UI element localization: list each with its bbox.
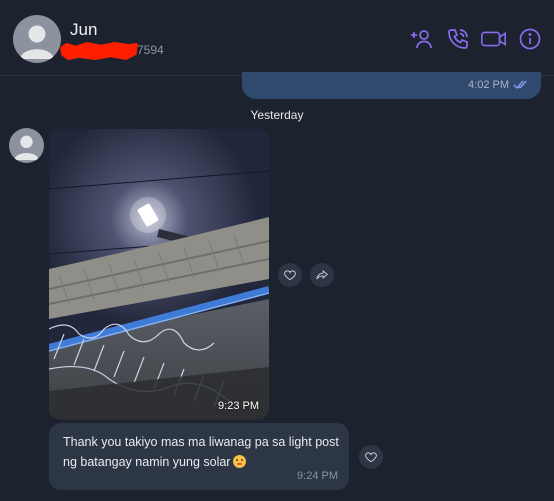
contact-phone: 7594 <box>60 40 170 62</box>
photo-message[interactable]: 9:23 PM <box>49 129 269 420</box>
info-button[interactable] <box>516 26 544 52</box>
react-heart-button[interactable] <box>278 263 302 287</box>
pleading-face-emoji <box>233 455 247 468</box>
contact-name[interactable]: Jun <box>70 20 97 40</box>
heart-icon <box>365 452 377 463</box>
add-contact-button[interactable] <box>408 26 436 52</box>
react-heart-button[interactable] <box>359 445 383 469</box>
info-icon <box>519 28 541 50</box>
forward-button[interactable] <box>310 263 334 287</box>
video-call-icon <box>481 31 506 47</box>
photo-image <box>49 129 269 420</box>
message-time: 9:23 PM <box>218 400 259 412</box>
outgoing-message[interactable]: 4:02 PM <box>242 72 541 99</box>
double-check-icon <box>513 80 527 90</box>
contact-avatar[interactable] <box>13 15 61 63</box>
voice-call-button[interactable] <box>444 26 472 52</box>
sender-avatar[interactable] <box>9 128 44 163</box>
chat-header: Jun 7594 <box>0 0 554 76</box>
redaction-mark <box>60 42 138 60</box>
phone-call-icon <box>448 29 468 49</box>
incoming-message[interactable]: Thank you takiyo mas ma liwanag pa sa li… <box>49 423 349 490</box>
message-time: 4:02 PM <box>468 79 509 91</box>
avatar-icon <box>20 25 54 59</box>
message-time: 9:24 PM <box>297 470 338 482</box>
phone-number-suffix: 7594 <box>137 43 164 57</box>
day-separator: Yesterday <box>250 108 304 122</box>
header-actions <box>408 26 544 52</box>
forward-icon <box>316 269 328 280</box>
add-contact-icon <box>411 30 432 49</box>
heart-icon <box>284 270 296 281</box>
video-call-button[interactable] <box>480 26 508 52</box>
avatar-icon <box>14 135 39 161</box>
message-text: Thank you takiyo mas ma liwanag pa sa li… <box>63 432 343 472</box>
message-body: Thank you takiyo mas ma liwanag pa sa li… <box>63 435 339 469</box>
